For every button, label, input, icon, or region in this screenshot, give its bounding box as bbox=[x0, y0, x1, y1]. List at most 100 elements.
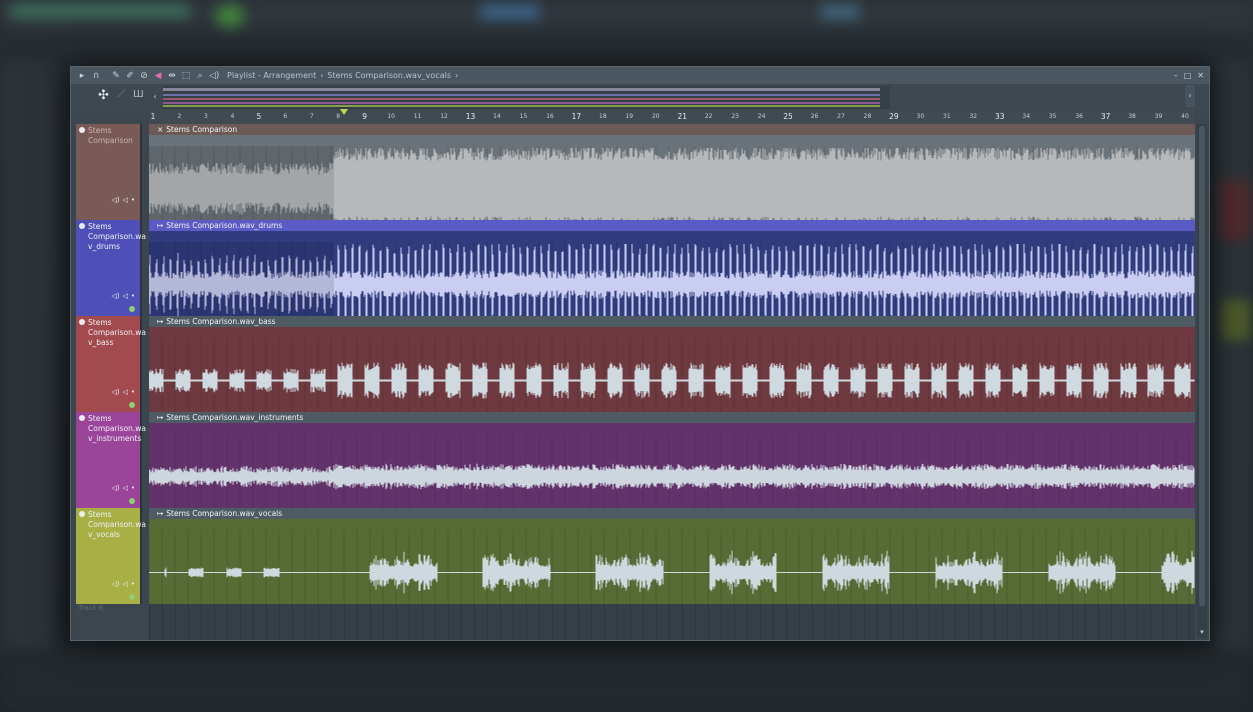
speaker-icon[interactable]: ◁) bbox=[111, 483, 119, 493]
maximize-button[interactable]: □ bbox=[1184, 67, 1192, 84]
mute-toggle-icon[interactable]: ◁ bbox=[122, 387, 127, 397]
menu-arrow-icon[interactable]: ▸ bbox=[77, 71, 87, 81]
multi-tool-icon[interactable]: ✣ bbox=[98, 88, 109, 103]
track-name-line: v_drums bbox=[88, 242, 120, 251]
track-header-empty[interactable]: Track 6 bbox=[76, 604, 142, 640]
scrollbar-thumb[interactable] bbox=[1199, 126, 1205, 606]
clip-bass[interactable]: ↦ Stems Comparison.wav_bass bbox=[149, 316, 1195, 412]
track-led-icon bbox=[129, 306, 135, 312]
track-header-vocals[interactable]: Stems Comparison.wa v_vocals ◁) ◁ • bbox=[76, 508, 146, 604]
speaker-icon[interactable]: ◁) bbox=[111, 579, 119, 589]
timeline-ruler[interactable]: 1 2 3 4 5 6 7 8 9 10 11 12 13 14 15 16 17 18 19 20 21 22 23 24 2… bbox=[149, 109, 1195, 124]
ruler-bar-19: 19 bbox=[625, 113, 634, 120]
playhead-marker[interactable] bbox=[340, 109, 349, 115]
track-enable-icon[interactable] bbox=[79, 223, 85, 229]
select-icon[interactable]: ⬚ bbox=[181, 71, 191, 81]
playlist-window: ▸ ∩ ✎ ✐ ⊘ ◀ ⇹ ⬚ ⌕ ◁) Playlist - Arrangem… bbox=[70, 66, 1210, 641]
ruler-bar-14: 14 bbox=[493, 113, 501, 120]
ruler-bar-12: 12 bbox=[440, 113, 448, 120]
mute-icon[interactable]: ◀ bbox=[153, 71, 163, 81]
track-header-bass[interactable]: Stems Comparison.wa v_bass ◁) ◁ • bbox=[76, 316, 147, 412]
ruler-bar-35: 35 bbox=[1048, 113, 1057, 120]
track-enable-icon[interactable] bbox=[79, 415, 85, 421]
ruler-bar-39: 39 bbox=[1154, 113, 1163, 120]
ruler-bar-21: 21 bbox=[677, 112, 687, 121]
ruler-bar-10: 10 bbox=[387, 113, 395, 120]
track-header-drums[interactable]: Stems Comparison.wa v_drums ◁) ◁ • bbox=[76, 220, 147, 316]
solo-dot-icon[interactable]: • bbox=[131, 483, 135, 493]
ruler-bar-32: 32 bbox=[969, 113, 978, 120]
track-enable-icon[interactable] bbox=[79, 511, 85, 517]
clip-title: Stems Comparison.wav_vocals bbox=[166, 509, 283, 518]
ruler-bar-29: 29 bbox=[889, 112, 899, 121]
paint-icon[interactable]: ✐ bbox=[125, 71, 135, 81]
clip-menu-icon[interactable]: × bbox=[157, 125, 163, 134]
track-name-line: Comparison.wa bbox=[88, 328, 147, 337]
waveform bbox=[149, 242, 1195, 316]
slip-icon[interactable]: ⇹ bbox=[167, 71, 177, 81]
clip-menu-icon[interactable]: ↦ bbox=[157, 509, 163, 518]
track-name-line: Comparison.wa bbox=[88, 232, 147, 241]
clip-vocals[interactable]: ↦ Stems Comparison.wav_vocals bbox=[149, 508, 1195, 604]
scroll-left-icon[interactable]: ‹ bbox=[150, 87, 160, 107]
clip-menu-icon[interactable]: ↦ bbox=[157, 317, 163, 326]
clip-menu-icon[interactable]: ↦ bbox=[157, 221, 163, 230]
intro-region bbox=[149, 146, 334, 220]
mute-toggle-icon[interactable]: ◁ bbox=[122, 483, 127, 493]
clip-drums[interactable]: ↦ Stems Comparison.wav_drums bbox=[149, 220, 1195, 316]
breadcrumb-clip[interactable]: Stems Comparison.wav_vocals bbox=[327, 71, 451, 80]
ruler-bar-6: 6 bbox=[283, 113, 288, 120]
scroll-right-icon[interactable]: › bbox=[1185, 85, 1195, 107]
ruler-bar-5: 5 bbox=[256, 112, 262, 121]
vertical-scrollbar[interactable]: ▾ bbox=[1197, 124, 1207, 638]
speaker-icon[interactable]: ◁) bbox=[111, 195, 119, 205]
waveform bbox=[149, 338, 1195, 412]
track-name-line: Comparison bbox=[88, 136, 133, 145]
clip-title: Stems Comparison bbox=[166, 125, 238, 134]
ruler-bar-20: 20 bbox=[651, 113, 660, 120]
clip-mix[interactable]: × Stems Comparison bbox=[149, 124, 1195, 220]
breadcrumb: Playlist - Arrangement › Stems Compariso… bbox=[227, 71, 458, 80]
track-led-icon bbox=[129, 402, 135, 408]
magnet-icon[interactable]: ∩ bbox=[91, 71, 101, 81]
mute-toggle-icon[interactable]: ◁ bbox=[122, 579, 127, 589]
mute-toggle-icon[interactable]: ◁ bbox=[122, 291, 127, 301]
solo-dot-icon[interactable]: • bbox=[131, 579, 135, 589]
delete-icon[interactable]: ⊘ bbox=[139, 71, 149, 81]
zoom-icon[interactable]: ⌕ bbox=[195, 71, 205, 81]
solo-dot-icon[interactable]: • bbox=[131, 195, 135, 205]
ruler-bar-28: 28 bbox=[863, 113, 872, 120]
ruler-bar-18: 18 bbox=[599, 113, 607, 120]
solo-dot-icon[interactable]: • bbox=[131, 387, 135, 397]
scroll-down-icon[interactable]: ▾ bbox=[1197, 628, 1207, 638]
mute-toggle-icon[interactable]: ◁ bbox=[122, 195, 127, 205]
minimize-button[interactable]: – bbox=[1174, 67, 1178, 84]
track-enable-icon[interactable] bbox=[79, 127, 85, 133]
ruler-bar-23: 23 bbox=[731, 113, 739, 120]
waveform-path bbox=[149, 550, 1195, 595]
ruler-bar-7: 7 bbox=[309, 113, 314, 120]
strip-icon[interactable]: Ш bbox=[133, 89, 144, 100]
breadcrumb-end: › bbox=[455, 71, 459, 80]
speaker-icon[interactable]: ◁) bbox=[111, 387, 119, 397]
track-header-mix[interactable]: Stems Comparison ◁) ◁ • bbox=[76, 124, 142, 220]
track-name-line: Stems bbox=[88, 318, 112, 327]
pencil-icon[interactable]: ✎ bbox=[111, 71, 121, 81]
track-name-line: Comparison.wa bbox=[88, 424, 147, 433]
track-enable-icon[interactable] bbox=[79, 319, 85, 325]
ruler-bar-17: 17 bbox=[571, 112, 582, 121]
clip-menu-icon[interactable]: ↦ bbox=[157, 413, 163, 422]
ruler-bar-9: 9 bbox=[362, 112, 368, 121]
waveform-path bbox=[149, 463, 1195, 490]
clip-instruments[interactable]: ↦ Stems Comparison.wav_instruments bbox=[149, 412, 1195, 508]
link-icon[interactable]: ⟋ bbox=[118, 89, 125, 100]
speaker-icon[interactable]: ◁) bbox=[111, 291, 119, 301]
arrangement-overview[interactable] bbox=[163, 86, 890, 109]
solo-dot-icon[interactable]: • bbox=[131, 291, 135, 301]
playback-icon[interactable]: ◁) bbox=[209, 71, 219, 81]
title-bar[interactable]: ▸ ∩ ✎ ✐ ⊘ ◀ ⇹ ⬚ ⌕ ◁) Playlist - Arrangem… bbox=[71, 67, 1209, 84]
track-header-instruments[interactable]: Stems Comparison.wa v_instruments ◁) ◁ • bbox=[76, 412, 147, 508]
close-button[interactable]: ✕ bbox=[1197, 67, 1204, 84]
track-name-line: v_bass bbox=[88, 338, 114, 347]
empty-lane[interactable] bbox=[149, 604, 1195, 640]
